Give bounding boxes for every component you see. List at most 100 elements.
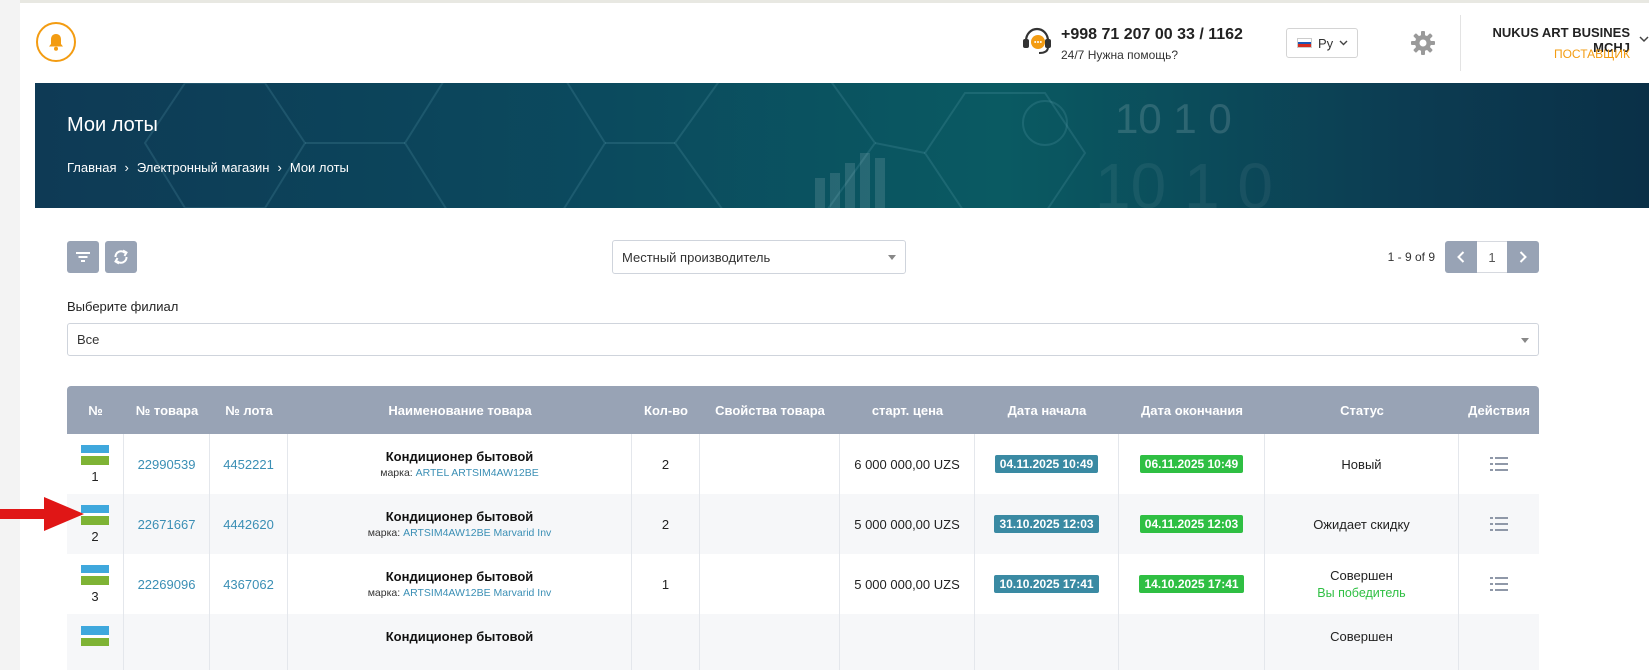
list-menu-icon: [1490, 577, 1508, 591]
start-date-cell: 04.11.2025 10:49: [975, 434, 1119, 494]
lot-number-link[interactable]: [210, 614, 288, 670]
breadcrumb-e-shop[interactable]: Электронный магазин: [137, 160, 270, 175]
gear-icon[interactable]: [1410, 30, 1436, 56]
row-number: 1: [91, 468, 99, 484]
actions-menu-button[interactable]: [1459, 434, 1539, 494]
red-arrow-annotation: [0, 497, 84, 531]
actions-menu-button[interactable]: [1459, 614, 1539, 670]
item-number-link[interactable]: 22269096: [124, 554, 210, 614]
col-start-price: старт. цена: [871, 402, 944, 418]
col-lot-number: № лота: [225, 402, 273, 418]
table-row[interactable]: Кондиционер бытовой Совершен: [67, 614, 1539, 670]
branch-select-value: Все: [77, 332, 100, 347]
refresh-icon: [114, 249, 128, 265]
start-price: [840, 614, 975, 670]
user-role: ПОСТАВЩИК: [1553, 47, 1630, 61]
end-date-badge: 14.10.2025 17:41: [1139, 575, 1244, 593]
start-price: 5 000 000,00 UZS: [840, 494, 975, 554]
col-end-date: Дата окончания: [1141, 402, 1243, 418]
branch-select[interactable]: Все: [67, 323, 1539, 356]
item-name-cell: Кондиционер бытовой марка: ARTSIM4AW12BE…: [288, 494, 632, 554]
item-name-cell: Кондиционер бытовой марка: ARTEL ARTSIM4…: [288, 434, 632, 494]
status-text: Ожидает скидку: [1313, 516, 1410, 532]
item-name: Кондиционер бытовой: [385, 629, 534, 644]
brand-link[interactable]: ARTEL ARTSIM4AW12BE: [416, 467, 539, 479]
item-name: Кондиционер бытовой: [385, 569, 534, 584]
brand-link[interactable]: ARTSIM4AW12BE Marvarid Inv: [403, 587, 551, 599]
properties: [700, 494, 840, 554]
chevron-left-icon: [1457, 251, 1465, 263]
banner-decor-digits: 10 1 0: [1115, 95, 1232, 142]
col-item-number: № товара: [135, 402, 199, 418]
brand-prefix: марка:: [367, 527, 401, 539]
breadcrumb: Главная › Электронный магазин › Мои лоты: [67, 160, 349, 175]
properties: [700, 434, 840, 494]
status-cell: Совершен: [1265, 614, 1459, 670]
breadcrumb-separator: ›: [277, 160, 282, 175]
pagination-info: 1 - 9 of 9: [1387, 250, 1435, 264]
table-row[interactable]: 1 22990539 4452221 Кондиционер бытовой м…: [67, 434, 1539, 494]
start-date-cell: 10.10.2025 17:41: [975, 554, 1119, 614]
current-page[interactable]: 1: [1477, 241, 1507, 273]
col-item-name: Наименование товара: [388, 402, 532, 418]
actions-menu-button[interactable]: [1459, 554, 1539, 614]
start-date-badge: 10.10.2025 17:41: [994, 575, 1099, 593]
quantity: 2: [632, 494, 700, 554]
support-headset-icon: [1023, 27, 1051, 54]
language-label: Ру: [1318, 35, 1334, 51]
uzbekistan-flag-icon: [81, 504, 109, 525]
status-text: Совершен: [1330, 568, 1393, 583]
language-select[interactable]: Ру: [1286, 28, 1358, 58]
actions-menu-button[interactable]: [1459, 494, 1539, 554]
col-status: Статус: [1340, 402, 1384, 418]
user-menu-chevron-icon[interactable]: [1639, 36, 1649, 43]
uzbekistan-flag-icon: [81, 626, 109, 646]
item-name-cell: Кондиционер бытовой: [288, 614, 632, 670]
item-number-link[interactable]: 22990539: [124, 434, 210, 494]
brand-link[interactable]: ARTSIM4AW12BE Marvarid Inv: [403, 527, 551, 539]
lot-number-link[interactable]: 4367062: [210, 554, 288, 614]
start-date-badge: 31.10.2025 12:03: [994, 515, 1099, 533]
next-page-button[interactable]: [1507, 241, 1539, 273]
item-number-link[interactable]: [124, 614, 210, 670]
item-name-cell: Кондиционер бытовой марка: ARTSIM4AW12BE…: [288, 554, 632, 614]
item-name: Кондиционер бытовой: [385, 449, 534, 464]
end-date-cell: 14.10.2025 17:41: [1119, 554, 1265, 614]
uzbekistan-flag-icon: [81, 564, 109, 585]
producer-select[interactable]: Местный производитель: [612, 240, 906, 274]
caret-down-icon: [888, 255, 896, 260]
support-phone: +998 71 207 00 33 / 1162: [1061, 26, 1243, 43]
table-row[interactable]: 3 22269096 4367062 Кондиционер бытовой м…: [67, 554, 1539, 614]
banner-decor-digits-faint: 10 1 0: [1095, 150, 1273, 208]
lot-number-link[interactable]: 4442620: [210, 494, 288, 554]
table-row[interactable]: 2 22671667 4442620 Кондиционер бытовой м…: [67, 494, 1539, 554]
lot-number-link[interactable]: 4452221: [210, 434, 288, 494]
filter-icon: [76, 252, 90, 262]
col-actions: Действия: [1468, 402, 1530, 418]
status-text: Новый: [1341, 456, 1382, 472]
refresh-button[interactable]: [105, 241, 137, 273]
russia-flag-icon: [1297, 38, 1312, 48]
start-date-cell: [975, 614, 1119, 670]
end-date-badge: 04.11.2025 12:03: [1139, 515, 1244, 533]
notifications-bell-icon[interactable]: [36, 22, 76, 62]
row-number: 2: [91, 528, 99, 544]
start-date-badge: 04.11.2025 10:49: [994, 455, 1099, 473]
properties: [700, 554, 840, 614]
status-cell: Ожидает скидку: [1265, 494, 1459, 554]
breadcrumb-home[interactable]: Главная: [67, 160, 116, 175]
prev-page-button[interactable]: [1445, 241, 1477, 273]
item-name: Кондиционер бытовой: [385, 509, 534, 524]
item-number-link[interactable]: 22671667: [124, 494, 210, 554]
banner-decoration: 10 1 0 10 1 0: [143, 83, 1273, 208]
filter-button[interactable]: [67, 241, 99, 273]
page-title: Мои лоты: [67, 114, 158, 136]
branch-label: Выберите филиал: [67, 299, 179, 314]
page-edge: [0, 0, 20, 670]
winner-label: Вы победитель: [1317, 586, 1406, 600]
row-number-cell: 3: [67, 554, 124, 614]
end-date-cell: 04.11.2025 12:03: [1119, 494, 1265, 554]
quantity: 1: [632, 554, 700, 614]
top-header: +998 71 207 00 33 / 1162 24/7 Нужна помо…: [20, 3, 1649, 83]
status-text: Совершен: [1330, 629, 1393, 644]
